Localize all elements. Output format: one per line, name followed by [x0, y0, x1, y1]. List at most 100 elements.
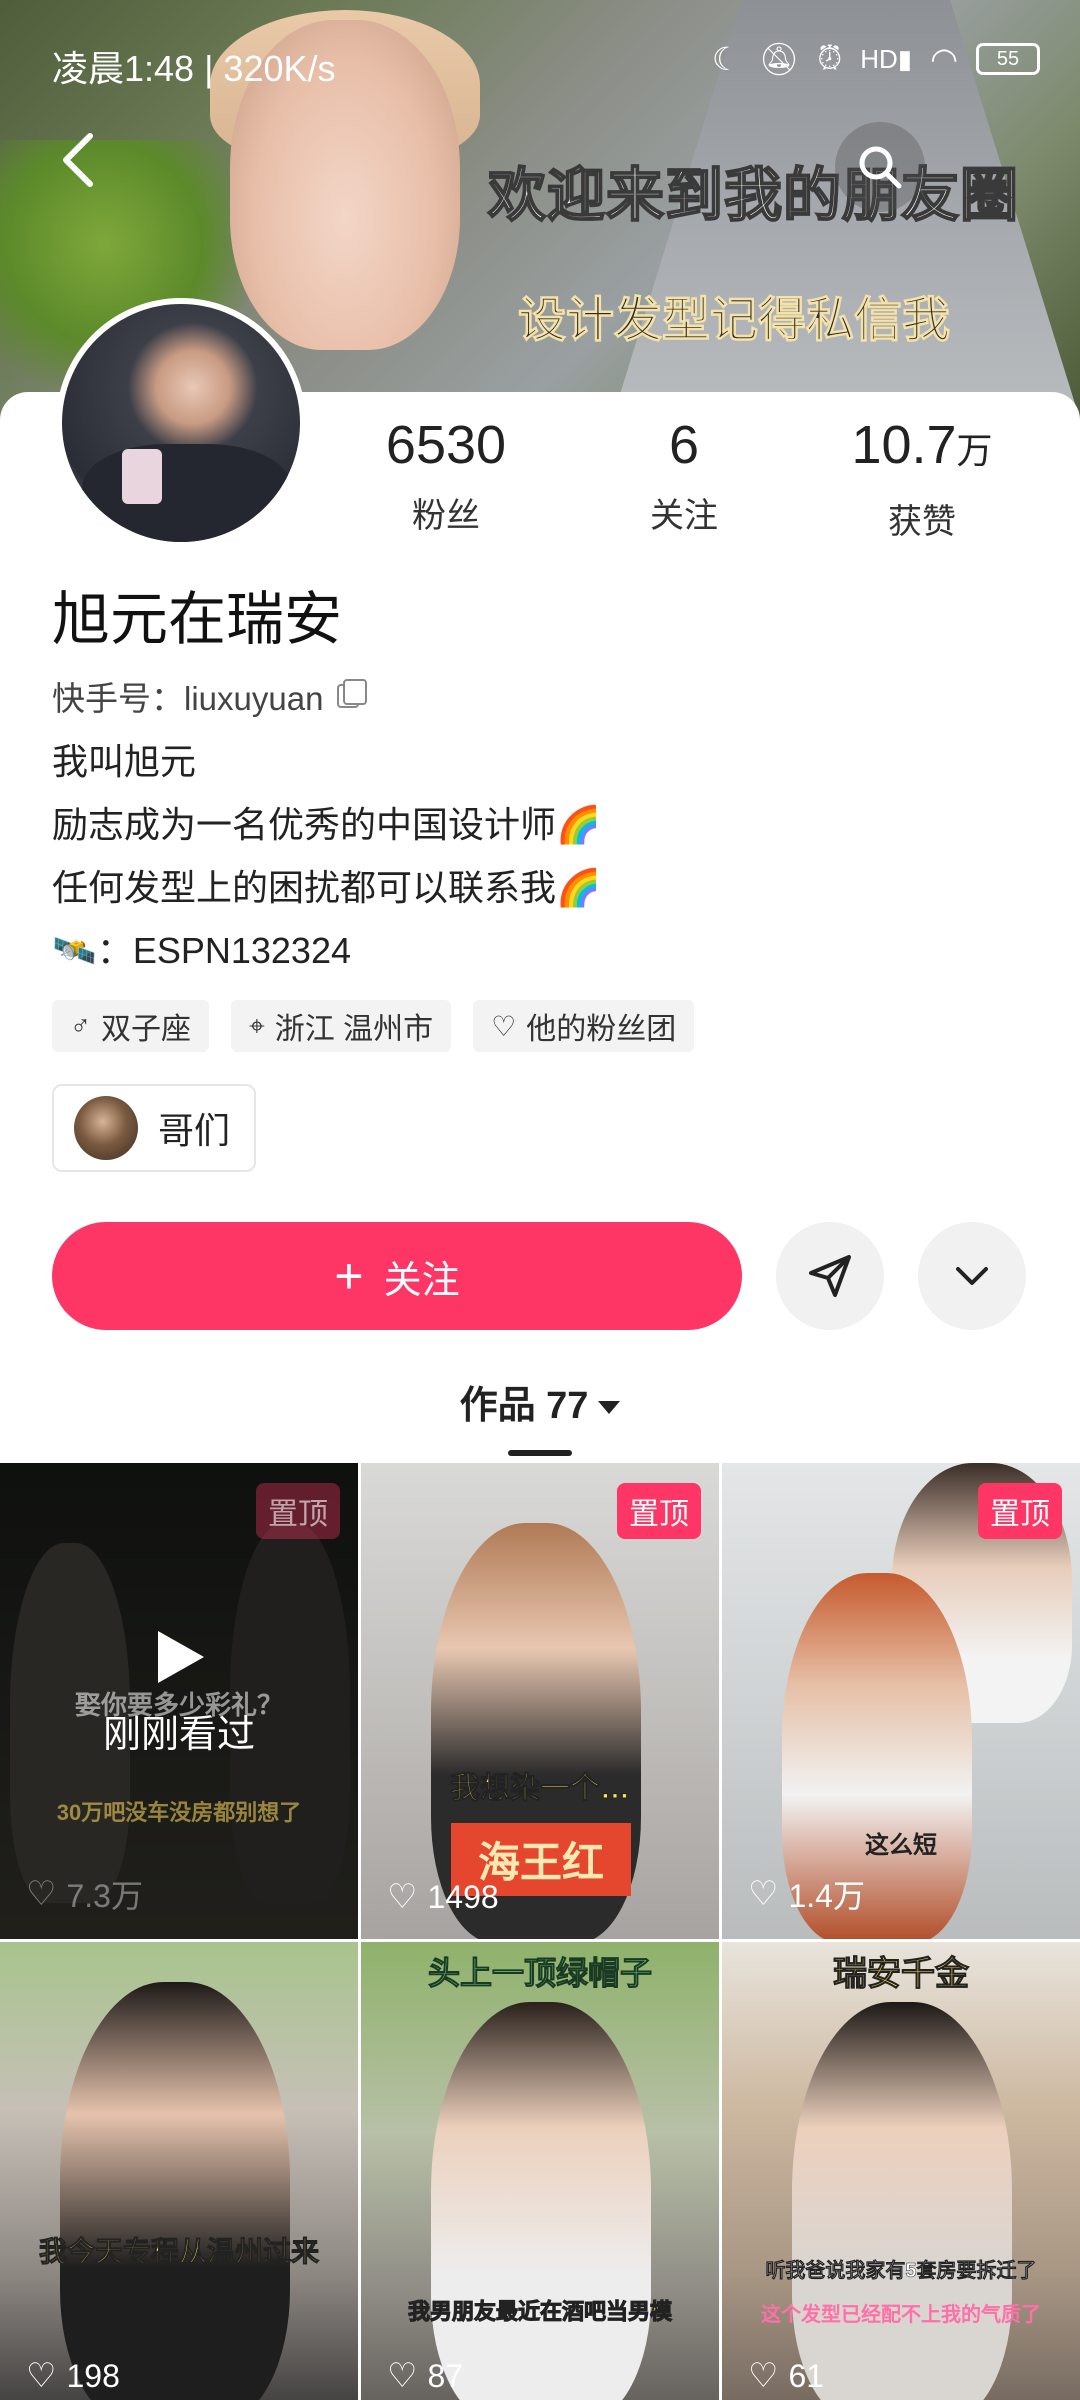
video-tile[interactable]: 我今天专程从温州过来 ♡ 198: [0, 1942, 358, 2400]
heart-outline-icon: ♡: [748, 2357, 779, 2395]
status-icons: ☾ 🔕︎ ⏰︎ HD▮ ◠ 55: [712, 40, 1040, 78]
tab-works-underline: [508, 1450, 572, 1456]
kuaishou-id-text: 快手号：liuxuyuan: [52, 680, 324, 717]
video-caption: 我想染一个…: [450, 1772, 631, 1806]
stat-fans-label: 粉丝: [412, 497, 480, 535]
status-time: 凌晨1:48 | 320K/s: [52, 48, 336, 89]
video-likes-count: 7.3万: [66, 1878, 143, 1914]
profile-tags: ♂ 双子座 ⌖ 浙江 温州市 ♡ 他的粉丝团: [52, 1000, 695, 1052]
tag-zodiac[interactable]: ♂ 双子座: [52, 1000, 209, 1052]
video-person: [431, 2002, 651, 2400]
chevron-down-icon: [956, 1267, 988, 1285]
stat-following-value: 6: [668, 415, 700, 475]
plus-icon: +: [334, 1248, 364, 1304]
back-button[interactable]: [58, 130, 118, 200]
avatar-shirt: [82, 444, 292, 542]
battery-icon: 55: [976, 43, 1040, 75]
stat-following-label: 关注: [650, 497, 718, 535]
status-bar: 凌晨1:48 | 320K/s ☾ 🔕︎ ⏰︎ HD▮ ◠ 55: [0, 0, 1080, 130]
bio-line: 🛰️：ESPN132324: [52, 930, 351, 971]
pinned-badge: 置顶: [617, 1483, 701, 1539]
video-caption: 这个发型已经配不上我的气质了: [761, 2304, 1041, 2326]
profile-name: 旭元在瑞安: [52, 587, 343, 652]
search-button[interactable]: [835, 122, 925, 212]
heart-outline-icon: ♡: [748, 1875, 779, 1913]
follow-button-label: 关注: [383, 1259, 460, 1302]
group-chip-label: 哥们: [158, 1110, 231, 1151]
wifi-icon: ◠: [930, 41, 958, 77]
search-icon: [859, 146, 902, 189]
bio-line: 任何发型上的困扰都可以联系我🌈: [52, 867, 601, 908]
video-caption: 30万吧没车没房都别想了: [56, 1800, 302, 1825]
video-likes: ♡ 1498: [387, 1877, 499, 1917]
avatar-cup: [122, 449, 162, 504]
moon-icon: ☾: [711, 41, 741, 77]
stat-following[interactable]: 6 关注: [574, 410, 794, 537]
stat-likes-value: 10.7万: [851, 415, 993, 475]
video-likes-count: 198: [66, 2357, 120, 2394]
paper-plane-icon: [809, 1255, 851, 1297]
video-likes: ♡ 87: [387, 2356, 463, 2396]
video-tile[interactable]: 置顶 这么短 ♡ 1.4万: [722, 1463, 1080, 1939]
video-grid: 置顶 娶你要多少彩礼？ 30万吧没车没房都别想了 刚刚看过 ♡ 7.3万 置顶 我…: [0, 1463, 1080, 2400]
cover-caption-1: 欢迎来到我的朋友圈: [487, 162, 1020, 229]
video-caption: 瑞安千金: [833, 1955, 970, 1994]
copy-icon[interactable]: [337, 679, 368, 708]
pinned-badge: 置顶: [978, 1483, 1062, 1539]
follow-button[interactable]: + 关注: [52, 1222, 742, 1330]
stat-likes-label: 获赞: [888, 503, 956, 541]
hd-signal-icon: HD▮: [860, 43, 913, 74]
location-pin-icon: ⌖: [249, 1009, 265, 1041]
kuaishou-id[interactable]: 快手号：liuxuyuan: [52, 672, 368, 720]
heart-outline-icon: ♡: [26, 1875, 57, 1913]
cover-caption-2: 设计发型记得私信我: [517, 294, 951, 348]
tag-fan-club[interactable]: ♡ 他的粉丝团: [473, 1000, 695, 1052]
video-caption: 我男朋友最近在酒吧当男模: [407, 2299, 672, 2325]
stat-fans[interactable]: 6530 粉丝: [336, 410, 556, 537]
video-likes: ♡ 1.4万: [748, 1871, 865, 1917]
video-caption: 头上一顶绿帽子: [427, 1955, 652, 1992]
video-person: [60, 1982, 290, 2400]
tag-location[interactable]: ⌖ 浙江 温州市: [231, 1000, 452, 1052]
video-caption: 这么短: [865, 1832, 937, 1859]
video-caption: 听我爸说我家有5套房要拆迁了: [765, 2260, 1037, 2283]
heart-outline-icon: ♡: [26, 2357, 57, 2395]
alarm-icon: ⏰︎: [817, 40, 843, 76]
bio-line: 我叫旭元: [52, 741, 197, 782]
heart-outline-icon: ♡: [491, 1010, 517, 1042]
play-icon: [158, 1631, 204, 1683]
heart-outline-icon: ♡: [387, 2357, 418, 2395]
share-button[interactable]: [776, 1222, 884, 1330]
group-avatar: [74, 1096, 138, 1160]
video-tile[interactable]: 瑞安千金 听我爸说我家有5套房要拆迁了 这个发型已经配不上我的气质了 ♡ 61: [722, 1942, 1080, 2400]
pinned-badge: 置顶: [256, 1483, 340, 1539]
tab-works-label: 作品 77: [459, 1385, 589, 1427]
stat-likes-unit: 万: [956, 430, 993, 471]
stat-likes[interactable]: 10.7万 获赞: [812, 410, 1032, 543]
bio-line: 励志成为一名优秀的中国设计师🌈: [52, 804, 601, 845]
tag-label: 双子座: [101, 1013, 191, 1046]
profile-bio: 我叫旭元 励志成为一名优秀的中国设计师🌈 任何发型上的困扰都可以联系我🌈 🛰️：…: [52, 730, 601, 982]
recently-watched-label: 刚刚看过: [102, 1714, 255, 1756]
more-dropdown-button[interactable]: [918, 1222, 1026, 1330]
video-tile[interactable]: 置顶 我想染一个… 海王红 ♡ 1498: [361, 1463, 719, 1939]
avatar[interactable]: [56, 298, 306, 548]
video-likes-count: 61: [788, 2357, 825, 2394]
chevron-left-icon: [63, 133, 93, 187]
tag-label: 浙江 温州市: [274, 1013, 434, 1046]
video-caption: 我今天专程从温州过来: [38, 2236, 319, 2268]
video-tile[interactable]: 置顶 娶你要多少彩礼？ 30万吧没车没房都别想了 刚刚看过 ♡ 7.3万: [0, 1463, 358, 1939]
stat-fans-value: 6530: [385, 415, 507, 475]
video-likes-count: 87: [427, 2357, 464, 2394]
caret-down-icon: [598, 1401, 621, 1415]
video-likes: ♡ 61: [748, 2356, 824, 2396]
tab-works[interactable]: 作品 77: [0, 1374, 1080, 1429]
male-icon: ♂: [70, 1010, 91, 1041]
video-likes-count: 1.4万: [788, 1878, 865, 1914]
heart-outline-icon: ♡: [387, 1878, 418, 1916]
group-chat-chip[interactable]: 哥们: [52, 1084, 257, 1172]
video-tile[interactable]: 头上一顶绿帽子 我男朋友最近在酒吧当男模 ♡ 87: [361, 1942, 719, 2400]
video-likes: ♡ 7.3万: [26, 1871, 143, 1917]
mute-bell-icon: 🔕︎: [758, 41, 800, 77]
video-person: [792, 2002, 1012, 2400]
